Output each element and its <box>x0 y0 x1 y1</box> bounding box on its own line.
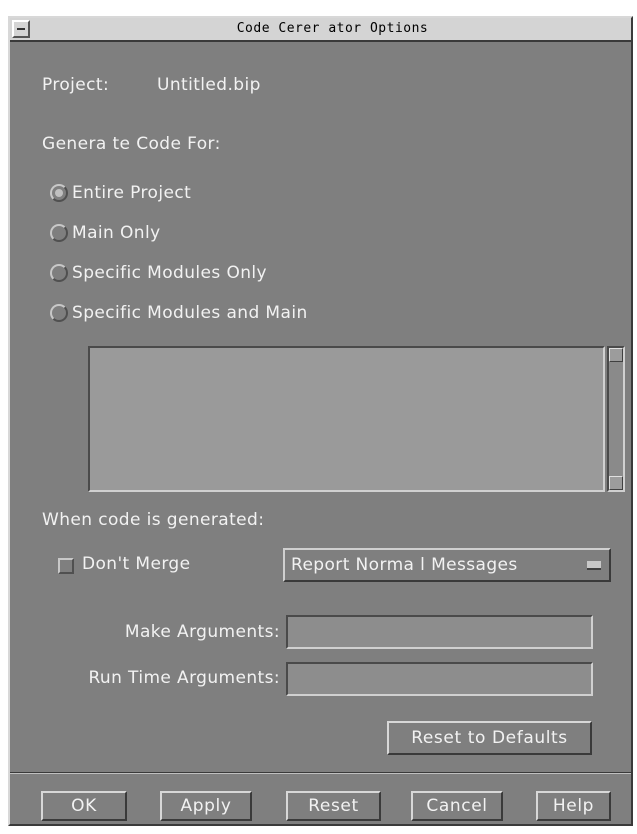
project-value: Untitled.bip <box>157 75 261 95</box>
scroll-up-arrow-icon[interactable] <box>609 348 623 362</box>
make-arguments-input[interactable] <box>286 615 593 649</box>
run-time-arguments-input[interactable] <box>286 662 593 696</box>
radio-label: Entire Project <box>72 183 192 203</box>
radio-button[interactable] <box>50 264 68 282</box>
code-generator-options-window: Code Cerer ator Options Project: Untitle… <box>8 16 633 826</box>
radio-specific-modules-only[interactable]: Specific Modules Only <box>50 261 267 285</box>
modules-list-scrollbar[interactable] <box>607 346 625 492</box>
reset-button[interactable]: Reset <box>286 791 381 821</box>
project-label: Project: <box>42 75 110 95</box>
generate-heading: Genera te Code For: <box>42 134 221 154</box>
ok-button[interactable]: OK <box>41 791 127 821</box>
modules-list[interactable] <box>88 346 605 492</box>
window-title: Code Cerer ator Options <box>236 21 429 36</box>
radio-button[interactable] <box>50 304 68 322</box>
radio-button[interactable] <box>50 184 68 202</box>
make-arguments-label: Make Arguments: <box>124 622 280 642</box>
help-button[interactable]: Help <box>536 791 611 821</box>
scroll-down-arrow-icon[interactable] <box>609 476 623 490</box>
message-level-option-menu[interactable]: Report Norma l Messages <box>283 548 611 582</box>
reset-to-defaults-button[interactable]: Reset to Defaults <box>387 721 592 755</box>
when-generated-heading: When code is generated: <box>42 510 265 530</box>
radio-button[interactable] <box>50 224 68 242</box>
title-bar[interactable]: Code Cerer ator Options <box>10 18 631 42</box>
run-time-arguments-label: Run Time Arguments: <box>88 668 280 688</box>
radio-label: Specific Modules Only <box>72 263 267 283</box>
message-level-selected: Report Norma l Messages <box>291 555 518 575</box>
dont-merge-checkbox[interactable] <box>58 558 74 574</box>
radio-main-only[interactable]: Main Only <box>50 221 161 245</box>
window-menu-button[interactable] <box>12 20 30 38</box>
option-menu-indicator-icon <box>587 561 601 570</box>
radio-specific-modules-and-main[interactable]: Specific Modules and Main <box>50 301 308 325</box>
cancel-button[interactable]: Cancel <box>411 791 503 821</box>
dont-merge-label: Don't Merge <box>82 554 191 574</box>
apply-button[interactable]: Apply <box>160 791 252 821</box>
button-separator <box>10 772 631 774</box>
radio-label: Specific Modules and Main <box>72 303 308 323</box>
radio-label: Main Only <box>72 223 161 243</box>
radio-entire-project[interactable]: Entire Project <box>50 181 191 205</box>
